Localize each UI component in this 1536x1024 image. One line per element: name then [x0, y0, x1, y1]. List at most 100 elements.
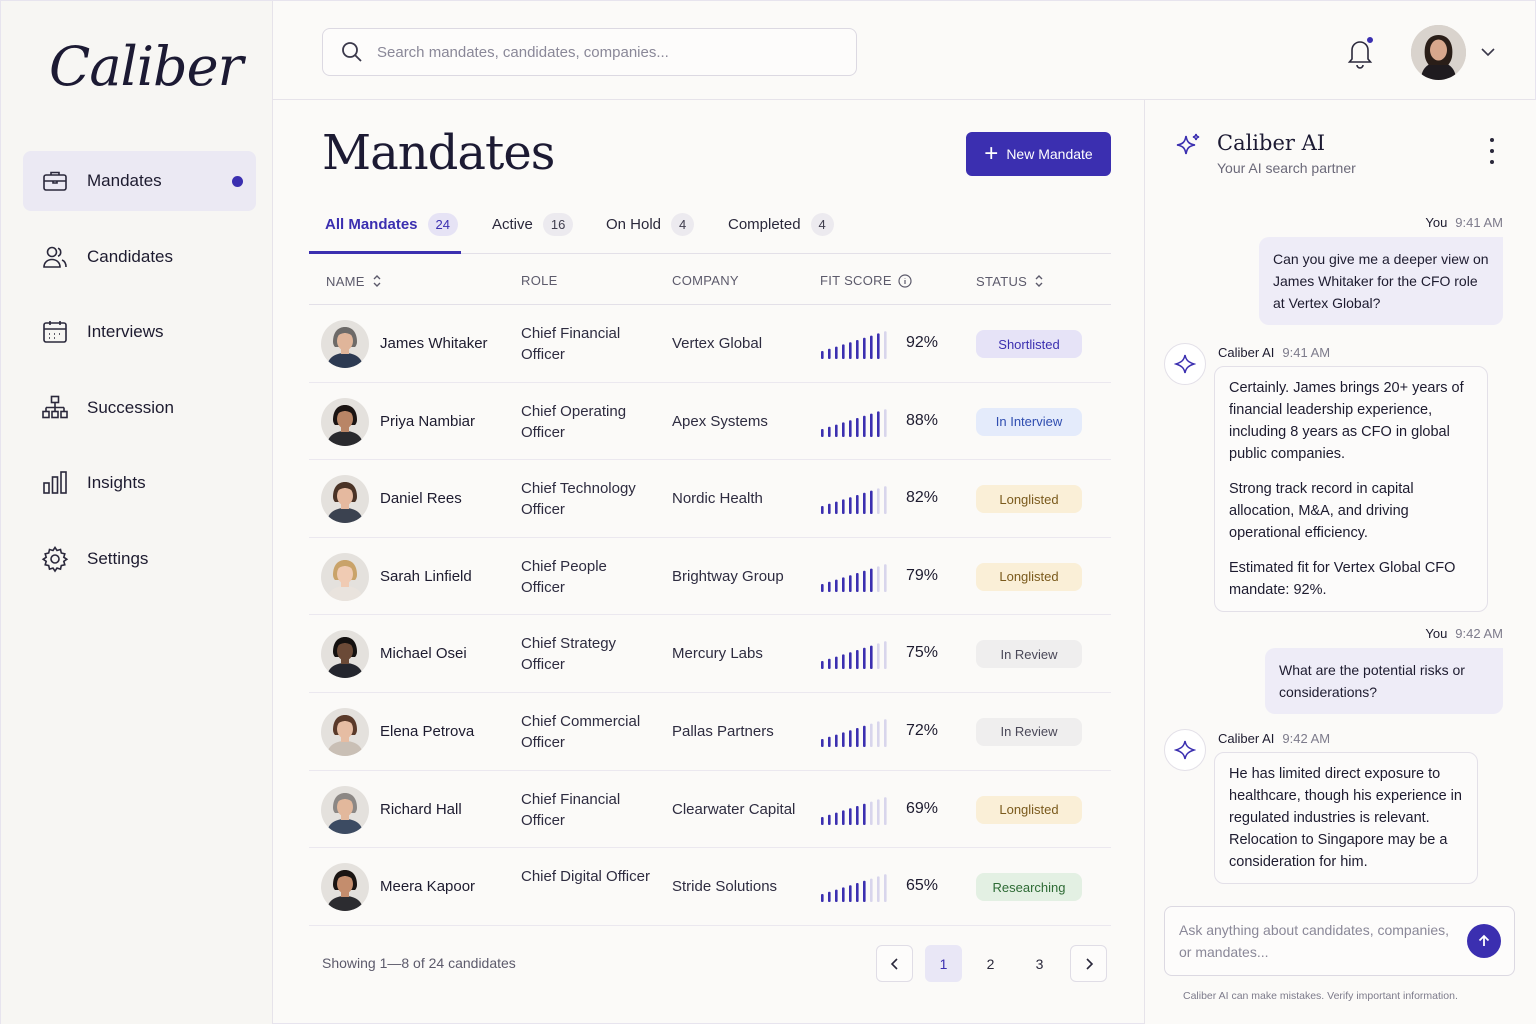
sidebar-item-interviews[interactable]: Interviews [23, 302, 256, 362]
page-1-button[interactable]: 1 [925, 945, 962, 982]
page-3-button[interactable]: 3 [1021, 945, 1058, 982]
column-label: COMPANY [672, 273, 739, 288]
candidate-name: Richard Hall [380, 800, 462, 818]
fit-score-bars [821, 486, 887, 515]
fit-score-bar [856, 805, 859, 825]
tab-on-hold[interactable]: On Hold 4 [606, 212, 695, 236]
candidate-avatar [321, 475, 369, 524]
fit-score-value: 82% [906, 489, 939, 507]
candidate-avatar [321, 397, 369, 446]
search-input[interactable] [377, 43, 817, 61]
sidebar-item-succession[interactable]: Succession [23, 378, 256, 438]
fit-score-bars [821, 641, 887, 670]
plus-icon: + [984, 140, 999, 167]
candidate-role: Chief Operating Officer [521, 402, 627, 441]
candidate-role: Chief Financial Officer [521, 790, 621, 829]
fit-score-bar [821, 583, 824, 592]
tab-active[interactable]: Active 16 [492, 212, 574, 236]
table-row[interactable]: Sarah Linfield Chief People Officer Brig… [309, 538, 1111, 616]
sort-icon [373, 275, 381, 287]
table-row[interactable]: Meera Kapoor Chief Digital Officer Strid… [309, 848, 1111, 926]
fit-score-bar [877, 566, 880, 592]
candidate-role: Chief Technology Officer [521, 480, 636, 519]
ai-panel-subtitle: Your AI search partner [1217, 160, 1356, 176]
candidate-company: Brightway Group [672, 567, 784, 585]
fit-score-value: 69% [906, 799, 939, 817]
more-options-icon[interactable] [1485, 138, 1499, 164]
sidebar-item-insights[interactable]: Insights [23, 453, 256, 513]
fit-score-bar [870, 335, 873, 359]
ai-message-paragraph: Strong track record in capital allocatio… [1229, 481, 1414, 541]
message-meta: Caliber AI 9:42 AM [1218, 731, 1330, 746]
tab-all-mandates[interactable]: All Mandates 24 [325, 212, 458, 236]
status-badge: Shortlisted [976, 330, 1082, 358]
sidebar-item-mandates[interactable]: Mandates [23, 151, 256, 211]
fit-score-bar [821, 661, 824, 670]
candidate-company: Apex Systems [672, 412, 768, 430]
fit-score-bar [863, 415, 866, 437]
fit-score-bar [835, 734, 838, 747]
table-row[interactable]: Priya Nambiar Chief Operating Officer Ap… [309, 383, 1111, 461]
fit-score-bar [828, 348, 831, 359]
page-title: Mandates [322, 125, 555, 181]
message-time: 9:41 AM [1282, 345, 1331, 360]
fit-score-bar [863, 337, 866, 359]
sidebar-item-settings[interactable]: Settings [23, 529, 256, 589]
user-message: What are the potential risks or consider… [1265, 648, 1503, 714]
chevron-down-icon[interactable] [1479, 45, 1497, 59]
column-header-name[interactable]: NAME [326, 273, 383, 289]
table-row[interactable]: Richard Hall Chief Financial Officer Cle… [309, 771, 1111, 849]
fit-score-bar [821, 894, 824, 903]
next-page-button[interactable] [1070, 945, 1107, 982]
table-row[interactable]: Elena Petrova Chief Commercial Officer P… [309, 693, 1111, 771]
briefcase-icon [43, 171, 67, 191]
fit-score-bar [849, 652, 852, 670]
new-mandate-button[interactable]: + New Mandate [966, 132, 1111, 176]
candidate-name: Michael Osei [380, 645, 467, 663]
fit-score-bar [863, 492, 866, 515]
ai-input-box [1164, 906, 1515, 976]
candidate-company: Mercury Labs [672, 645, 763, 663]
app-window: Caliber Mandates Candidates Interviews S… [0, 0, 1536, 1024]
candidate-company: Stride Solutions [672, 878, 778, 896]
app-logo: Caliber [49, 35, 243, 98]
table-row[interactable]: James Whitaker Chief Financial Officer V… [309, 305, 1111, 383]
table-row[interactable]: Michael Osei Chief Strategy Officer Merc… [309, 615, 1111, 693]
fit-score-bar [842, 344, 845, 359]
fit-score-bar [870, 413, 873, 437]
fit-score-bar [821, 506, 824, 515]
fit-score-bar [835, 812, 838, 825]
info-icon[interactable] [898, 273, 912, 288]
column-header-role: ROLE [521, 273, 558, 288]
fit-score-bar [884, 719, 887, 747]
fit-score-bar [870, 568, 873, 592]
fit-score-bar [856, 495, 859, 515]
chevron-right-icon [1085, 957, 1093, 970]
chevron-left-icon [890, 957, 898, 970]
sidebar-item-label: Candidates [87, 246, 174, 266]
ai-message-paragraph: Estimated fit for Vertex Global CFO mand… [1229, 560, 1456, 598]
ai-message-paragraph: Certainly. James brings 20+ years of fin… [1229, 380, 1464, 462]
sidebar-item-candidates[interactable]: Candidates [23, 227, 256, 287]
candidate-company: Pallas Partners [672, 722, 774, 740]
main-content: Mandates + New Mandate All Mandates 24 A… [273, 100, 1144, 1024]
fit-score-bar [842, 421, 845, 437]
table-row[interactable]: Daniel Rees Chief Technology Officer Nor… [309, 460, 1111, 538]
page-2-button[interactable]: 2 [972, 945, 1009, 982]
fit-score-bar [821, 816, 824, 825]
fit-score-bar [877, 643, 880, 670]
message-sender: Caliber AI [1218, 345, 1275, 360]
ai-avatar [1164, 729, 1206, 771]
prev-page-button[interactable] [876, 945, 913, 982]
fit-score-bars [821, 796, 887, 825]
message-meta: You 9:42 AM [1425, 626, 1503, 641]
tab-completed[interactable]: Completed 4 [728, 212, 834, 236]
tab-label: All Mandates [325, 215, 418, 233]
column-header-status[interactable]: STATUS [976, 273, 1045, 289]
status-badge: Researching [976, 873, 1082, 902]
candidate-avatar [321, 630, 369, 679]
ai-prompt-input[interactable] [1179, 919, 1459, 965]
send-button[interactable] [1467, 924, 1501, 958]
user-avatar[interactable] [1411, 25, 1466, 80]
sidebar-nav: Mandates Candidates Interviews Successio… [23, 151, 256, 604]
